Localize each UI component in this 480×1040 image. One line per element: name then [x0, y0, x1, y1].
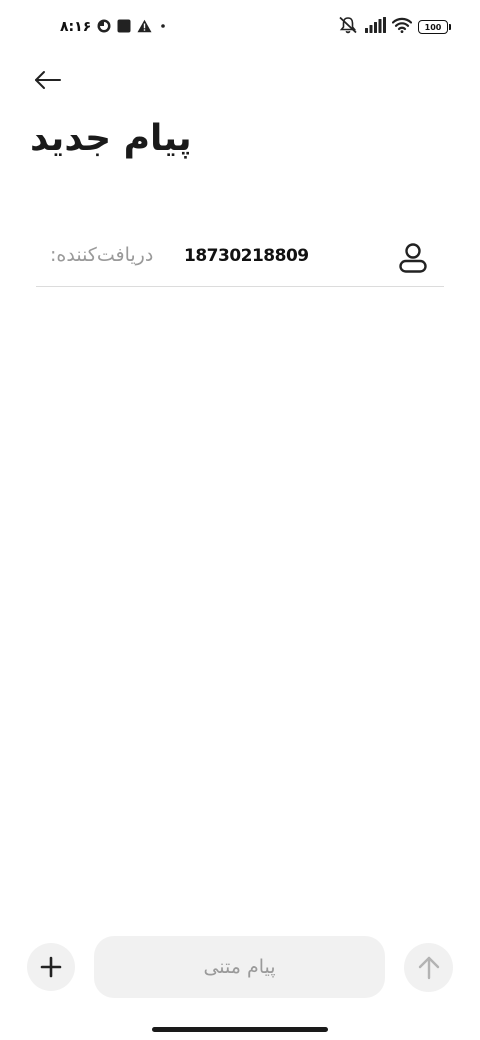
plus-icon [40, 956, 62, 978]
circle-app-icon [97, 18, 111, 37]
add-attachment-button[interactable] [27, 943, 75, 991]
status-bar-left: ۸:۱۶ [60, 16, 168, 38]
signal-icon [364, 17, 386, 37]
status-bar: ۸:۱۶ 100 [0, 0, 480, 56]
recipient-row[interactable]: دریافت‌کننده: 18730218809 [36, 232, 444, 287]
recipient-label: دریافت‌کننده: [50, 244, 154, 266]
status-bar-right: 100 [338, 16, 451, 38]
battery-level: 100 [424, 22, 442, 32]
message-input[interactable] [94, 936, 385, 998]
wifi-icon [391, 17, 413, 37]
mute-icon [338, 16, 358, 38]
send-button[interactable] [404, 943, 453, 992]
home-indicator [152, 1027, 328, 1032]
status-time: ۸:۱۶ [60, 19, 92, 35]
arrow-up-icon [418, 956, 439, 979]
recipient-number[interactable]: 18730218809 [184, 246, 309, 266]
dot-icon [158, 18, 168, 37]
square-app-icon [117, 18, 131, 37]
arrow-left-icon [35, 71, 61, 89]
battery-icon: 100 [418, 20, 451, 34]
page-title: پیام جدید [30, 118, 192, 159]
warning-icon [137, 18, 152, 37]
person-icon[interactable] [398, 242, 428, 274]
back-button[interactable] [30, 64, 66, 96]
